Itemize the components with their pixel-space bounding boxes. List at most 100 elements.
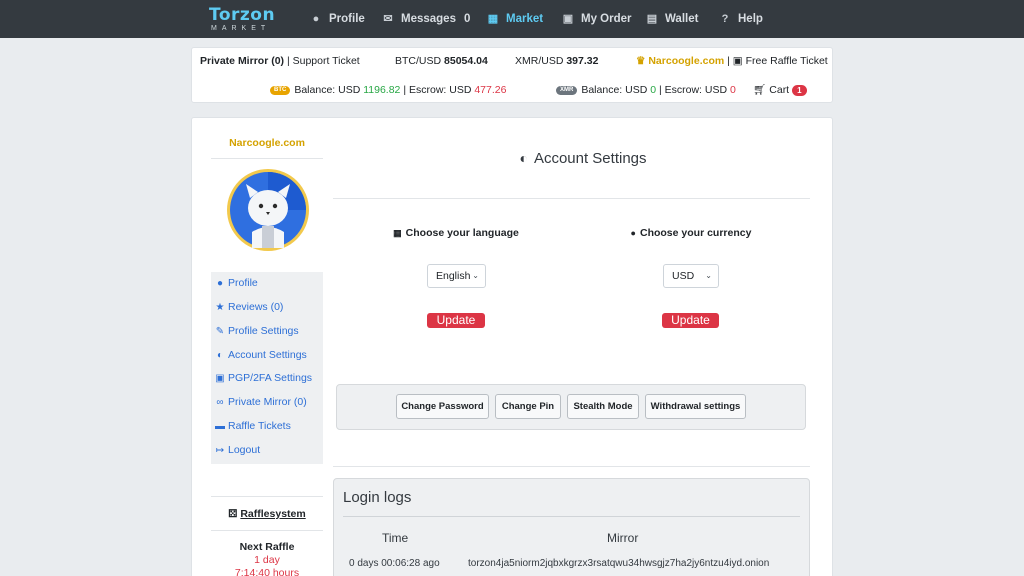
btc-rate-label: BTC/USD <box>395 55 442 67</box>
nav-wallet-label: Wallet <box>665 13 699 25</box>
nav-messages-label: Messages <box>401 13 456 25</box>
language-select[interactable]: English ⌄ <box>427 264 486 288</box>
cart-link[interactable]: 🛒︎ Cart 1 <box>753 83 807 96</box>
update-language-button[interactable]: Update <box>427 313 485 328</box>
dice-icon: ⚄ <box>228 508 238 520</box>
nav-profile-label: Profile <box>329 13 365 25</box>
nav-my-order[interactable]: ▣ My Order <box>562 0 632 38</box>
btc-balance-value: 1196.82 <box>363 84 401 96</box>
sidebar-item-label: Account Settings <box>228 349 307 361</box>
xmr-balance-row: XMR Balance: USD 0 | Escrow: USD 0 <box>556 84 736 96</box>
currency-select[interactable]: USD ⌄ <box>663 264 719 288</box>
logs-header-time: Time <box>382 531 409 545</box>
coin-icon: ● <box>630 228 636 238</box>
torzon-logo[interactable]: Torzon MARKET <box>209 5 281 35</box>
lock-icon: ▣ <box>215 373 225 384</box>
sidebar-item-account-settings[interactable]: ◐ Account Settings <box>215 349 307 361</box>
ticket-icon: ▬ <box>215 421 225 432</box>
nav-market-label: Market <box>506 13 544 25</box>
nav-help[interactable]: ? Help <box>719 0 763 38</box>
crown-icon: ♛ <box>636 55 646 67</box>
raffle-days-remaining: 1 day <box>254 554 280 566</box>
logout-icon: ↦ <box>215 445 225 456</box>
sidebar-item-pgp-2fa[interactable]: ▣ PGP/2FA Settings <box>215 372 312 384</box>
cat-avatar-icon <box>230 172 306 248</box>
support-ticket-link[interactable]: Support Ticket <box>293 55 360 67</box>
xmr-pill: XMR <box>556 85 578 95</box>
xmr-rate-label: XMR/USD <box>515 55 564 67</box>
envelope-icon: ✉ <box>383 13 393 25</box>
divider <box>211 530 323 531</box>
separator: | <box>727 55 730 67</box>
next-raffle-label: Next Raffle <box>239 541 295 553</box>
separator: | <box>286 55 290 67</box>
top-navbar: Torzon MARKET ● Profile ✉ Messages 0 ▦ Marke… <box>0 0 1024 38</box>
cart-icon: 🛒︎ <box>753 84 767 96</box>
btc-rate-value: 85054.04 <box>444 55 488 67</box>
sidebar-item-profile-settings[interactable]: ✎ Profile Settings <box>215 325 299 337</box>
rafflesystem-label: Rafflesystem <box>240 508 306 520</box>
nav-profile[interactable]: ● Profile <box>310 0 365 38</box>
nav-market[interactable]: ▦ Market <box>487 0 543 38</box>
language-label: ▦ Choose your language <box>336 227 576 239</box>
log-row-mirror: torzon4ja5niorm2jqbxkgrzx3rsatqwu34hwsgj… <box>468 558 770 569</box>
xmr-balance-label: Balance: USD <box>581 84 648 96</box>
bag-icon: ▣ <box>562 13 574 25</box>
sidebar-item-label: PGP/2FA Settings <box>228 372 313 384</box>
log-row-time: 0 days 00:06:28 ago <box>349 558 440 569</box>
btc-escrow-label: | Escrow: USD <box>403 84 472 96</box>
sidebar-item-label: Raffle Tickets <box>228 420 291 432</box>
divider <box>343 516 800 517</box>
currency-label: ● Choose your currency <box>571 227 811 239</box>
change-password-button[interactable]: Change Password <box>396 394 489 419</box>
link-icon: ∞ <box>216 397 224 408</box>
sidebar-item-label: Profile Settings <box>228 325 299 337</box>
sidebar-item-profile[interactable]: ● Profile <box>215 277 258 289</box>
cart-label: Cart <box>769 84 790 96</box>
nav-wallet[interactable]: ▤ Wallet <box>646 0 699 38</box>
private-mirror-row: Private Mirror (0) | Support Ticket <box>200 55 360 67</box>
change-pin-button[interactable]: Change Pin <box>495 394 561 419</box>
xmr-rate: XMR/USD 397.32 <box>515 55 598 67</box>
withdrawal-settings-button[interactable]: Withdrawal settings <box>645 394 746 419</box>
cart-count-badge: 1 <box>792 85 807 96</box>
site-name-link[interactable]: Narcoogle.com <box>648 55 724 67</box>
nav-messages[interactable]: ✉ Messages 0 <box>382 0 470 38</box>
divider <box>211 496 323 497</box>
login-logs-title: Login logs <box>343 489 412 506</box>
user-icon: ● <box>216 278 224 289</box>
chevron-down-icon: ⌄ <box>472 271 479 280</box>
divider <box>333 466 810 467</box>
raffle-time-remaining: 7:14:40 hours <box>234 567 300 576</box>
nav-my-order-label: My Order <box>581 13 632 25</box>
shield-icon: ◐ <box>216 350 224 361</box>
sidebar-item-label: Private Mirror (0) <box>228 396 307 408</box>
gift-icon: ▣ <box>732 55 743 67</box>
private-mirror-link[interactable]: Private Mirror (0) <box>200 55 284 67</box>
rafflesystem-link[interactable]: ⚄ Rafflesystem <box>211 508 323 520</box>
page-title: ◐ Account Settings <box>333 150 833 167</box>
update-currency-button[interactable]: Update <box>662 313 719 328</box>
pencil-icon: ✎ <box>215 326 225 337</box>
stealth-mode-button[interactable]: Stealth Mode <box>567 394 639 419</box>
logo-subtext: MARKET <box>211 25 271 32</box>
user-icon: ● <box>312 13 320 25</box>
divider <box>211 158 323 159</box>
free-raffle-link[interactable]: Free Raffle Ticket <box>746 55 828 67</box>
sidebar-item-reviews[interactable]: ★ Reviews (0) <box>215 301 284 313</box>
btc-rate: BTC/USD 85054.04 <box>395 55 488 67</box>
xmr-escrow-value: 0 <box>729 84 736 96</box>
sidebar-username[interactable]: Narcoogle.com <box>211 137 323 149</box>
logs-header-mirror: Mirror <box>607 531 639 545</box>
shield-icon: ◐ <box>519 150 528 166</box>
sidebar-item-raffle-tickets[interactable]: ▬ Raffle Tickets <box>215 420 291 432</box>
language-icon: ▦ <box>393 228 402 238</box>
sidebar-item-logout[interactable]: ↦ Logout <box>215 444 260 456</box>
wallet-icon: ▤ <box>646 13 658 25</box>
chevron-down-icon: ⌄ <box>705 271 712 280</box>
sidebar-menu: ● Profile ★ Reviews (0) ✎ Profile Settings … <box>211 272 323 464</box>
shop-icon: ▦ <box>487 13 499 25</box>
xmr-escrow-label: | Escrow: USD <box>658 84 728 96</box>
question-icon: ? <box>721 13 729 25</box>
sidebar-item-private-mirror[interactable]: ∞ Private Mirror (0) <box>215 396 307 408</box>
